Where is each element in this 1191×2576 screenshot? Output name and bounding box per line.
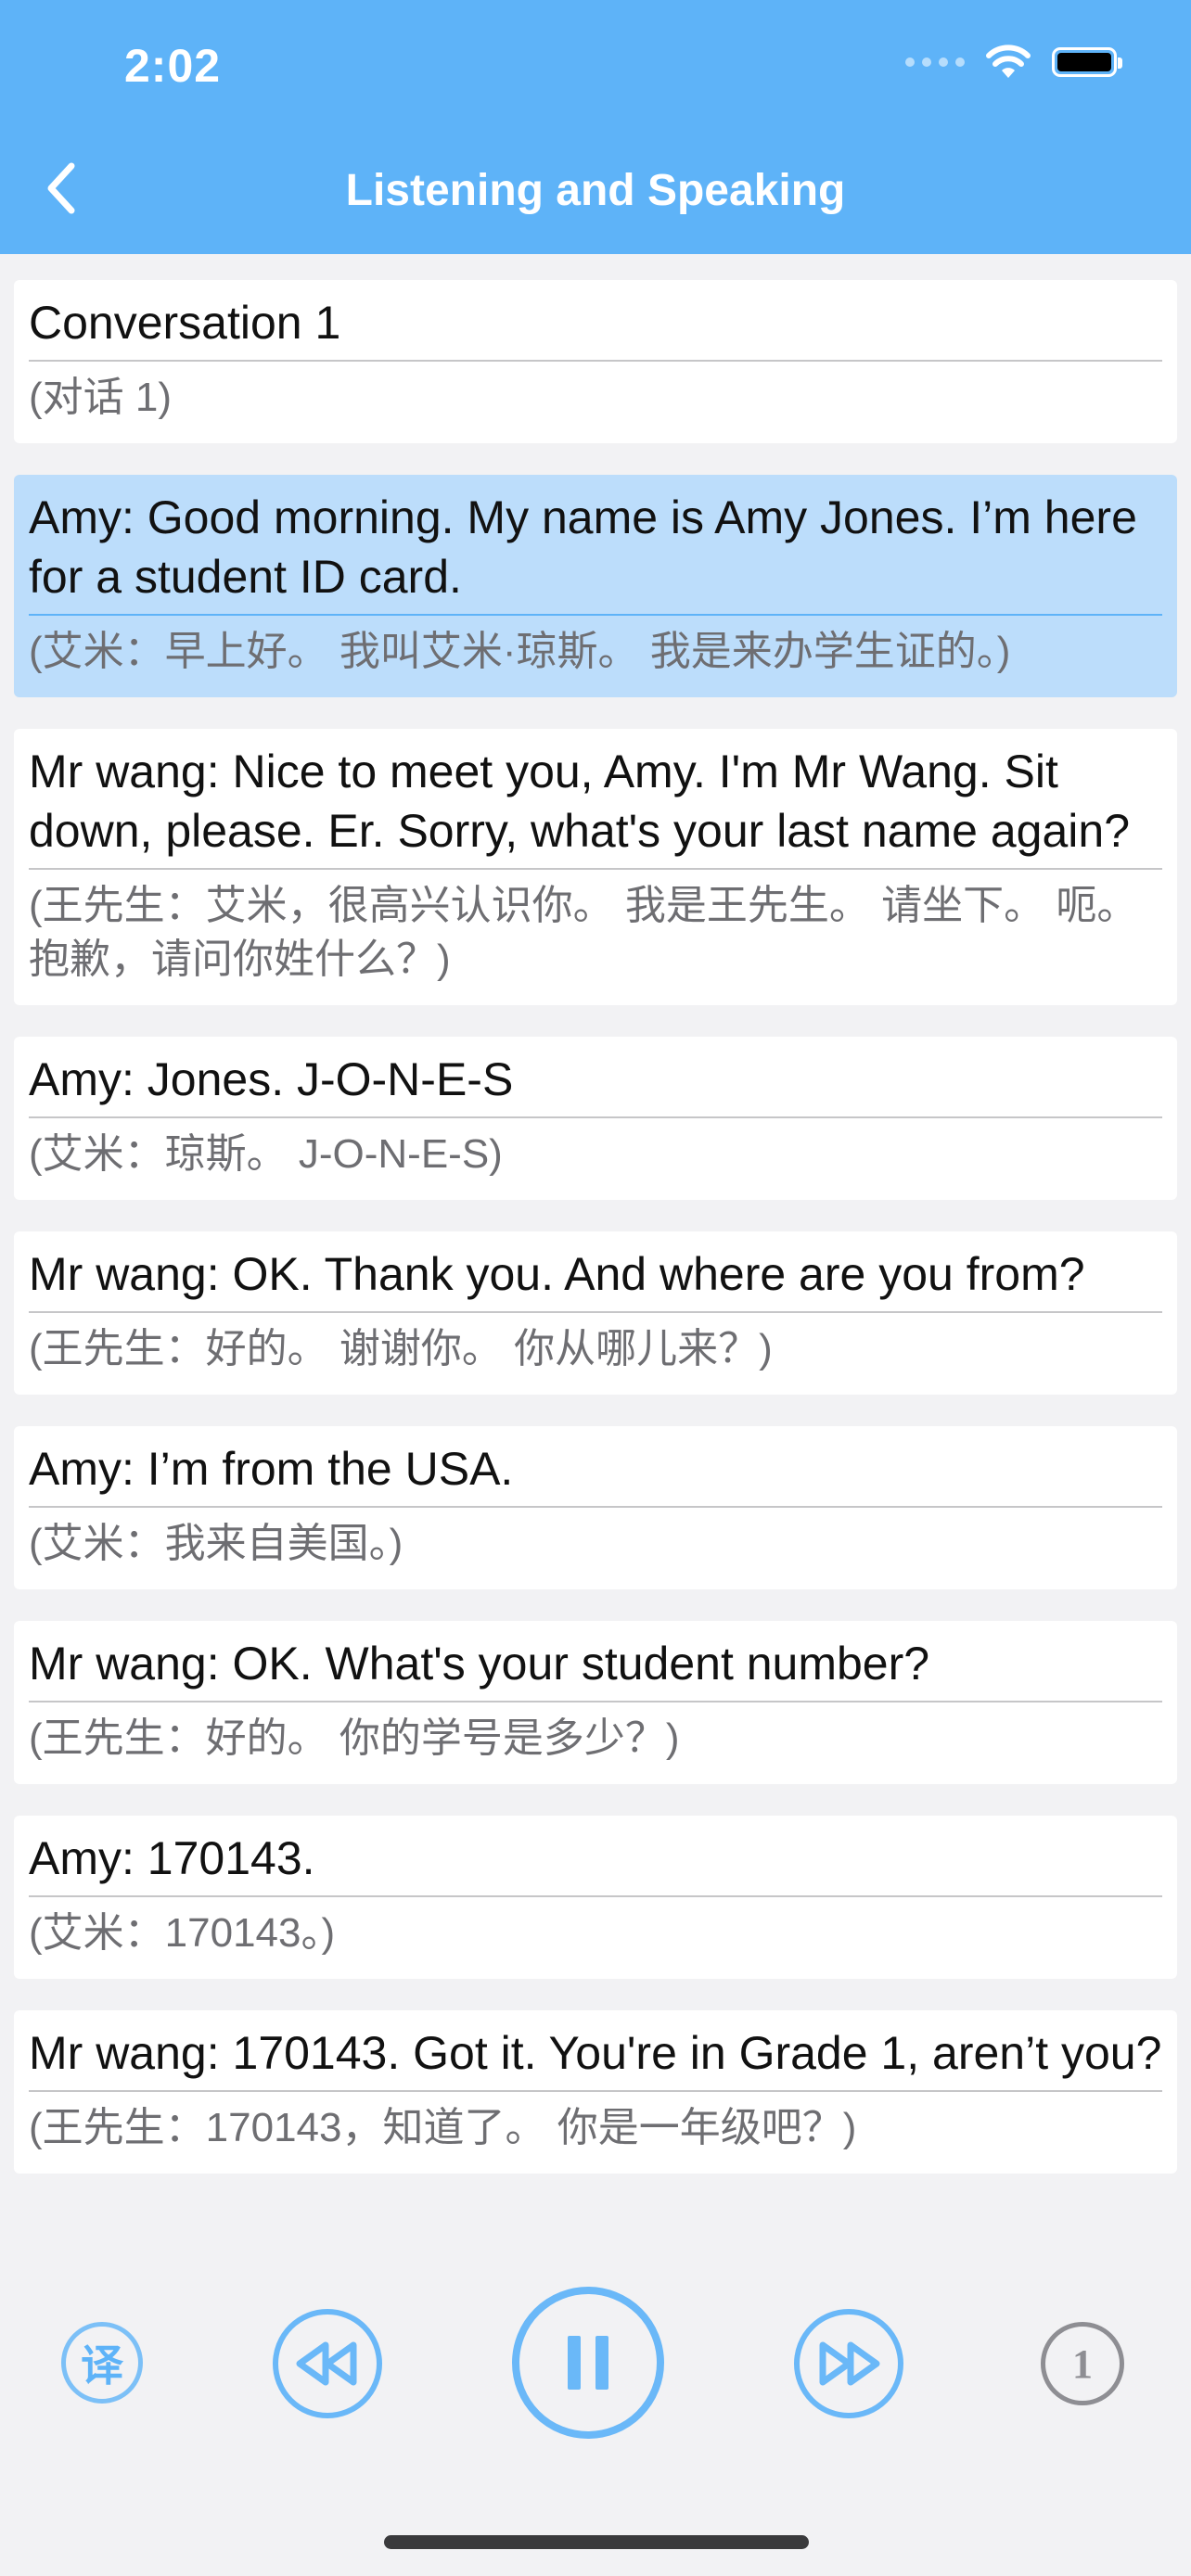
conversation-list[interactable]: Conversation 1 (对话 1) Amy: Good morning. M… bbox=[14, 280, 1177, 2266]
playback-controls: 译 1 bbox=[0, 2266, 1191, 2452]
english-line: Mr wang: 170143. Got it. You're in Grade… bbox=[29, 2023, 1162, 2092]
cellular-signal-icon bbox=[905, 57, 965, 67]
fast-forward-icon bbox=[819, 2341, 880, 2386]
pause-icon bbox=[568, 2336, 608, 2390]
conversation-item[interactable]: Conversation 1 (对话 1) bbox=[14, 280, 1177, 443]
chinese-translation: (王先生：好的。 谢谢你。 你从哪儿来？) bbox=[29, 1326, 773, 1371]
conversation-item[interactable]: Amy: I’m from the USA. (艾米：我来自美国。) bbox=[14, 1426, 1177, 1589]
translate-label: 译 bbox=[81, 2341, 123, 2390]
status-time: 2:02 bbox=[124, 40, 222, 92]
english-line: Conversation 1 bbox=[29, 293, 1162, 362]
chinese-translation: (对话 1) bbox=[29, 375, 172, 420]
rewind-button[interactable] bbox=[273, 2309, 382, 2418]
english-line: Mr wang: Nice to meet you, Amy. I'm Mr W… bbox=[29, 742, 1162, 870]
nav-header: 2:02 Listening and Speaking bbox=[0, 0, 1191, 254]
chinese-translation: (艾米：170143。) bbox=[29, 1910, 336, 1956]
english-line: Amy: Good morning. My name is Amy Jones.… bbox=[29, 488, 1162, 616]
chinese-translation: (艾米：早上好。 我叫艾米·琼斯。 我是来办学生证的。) bbox=[29, 629, 1011, 674]
wifi-icon bbox=[986, 45, 1031, 78]
page-title: Listening and Speaking bbox=[345, 166, 846, 215]
chinese-translation: (艾米：琼斯。 J-O-N-E-S) bbox=[29, 1131, 503, 1177]
conversation-item[interactable]: Mr wang: 170143. Got it. You're in Grade… bbox=[14, 2010, 1177, 2174]
english-line: Amy: I’m from the USA. bbox=[29, 1439, 1162, 1508]
fast-forward-button[interactable] bbox=[794, 2309, 903, 2418]
chinese-translation: (王先生：艾米，很高兴认识你。 我是王先生。 请坐下。 呃。 抱歉，请问你姓什么… bbox=[29, 883, 1138, 982]
conversation-item[interactable]: Amy: 170143. (艾米：170143。) bbox=[14, 1816, 1177, 1979]
conversation-item[interactable]: Amy: Jones. J-O-N-E-S (艾米：琼斯。 J-O-N-E-S) bbox=[14, 1037, 1177, 1200]
speed-label: 1 bbox=[1072, 2340, 1093, 2387]
english-line: Amy: 170143. bbox=[29, 1829, 1162, 1897]
conversation-item[interactable]: Amy: Good morning. My name is Amy Jones.… bbox=[14, 475, 1177, 697]
pause-button[interactable] bbox=[512, 2287, 664, 2439]
home-indicator bbox=[384, 2535, 809, 2549]
battery-icon bbox=[1052, 47, 1122, 77]
english-line: Amy: Jones. J-O-N-E-S bbox=[29, 1050, 1162, 1118]
speed-button[interactable]: 1 bbox=[1041, 2322, 1124, 2405]
english-line: Mr wang: OK. What's your student number? bbox=[29, 1634, 1162, 1702]
conversation-item[interactable]: Mr wang: OK. Thank you. And where are yo… bbox=[14, 1231, 1177, 1395]
translate-button[interactable]: 译 bbox=[61, 2322, 143, 2404]
english-line: Mr wang: OK. Thank you. And where are yo… bbox=[29, 1244, 1162, 1313]
chinese-translation: (艾米：我来自美国。) bbox=[29, 1521, 403, 1566]
rewind-icon bbox=[296, 2341, 357, 2386]
chinese-translation: (王先生：170143，知道了。 你是一年级吧？) bbox=[29, 2105, 857, 2150]
status-icons bbox=[905, 45, 1122, 80]
chinese-translation: (王先生：好的。 你的学号是多少？) bbox=[29, 1715, 680, 1761]
conversation-item[interactable]: Mr wang: OK. What's your student number?… bbox=[14, 1621, 1177, 1784]
conversation-item[interactable]: Mr wang: Nice to meet you, Amy. I'm Mr W… bbox=[14, 729, 1177, 1005]
